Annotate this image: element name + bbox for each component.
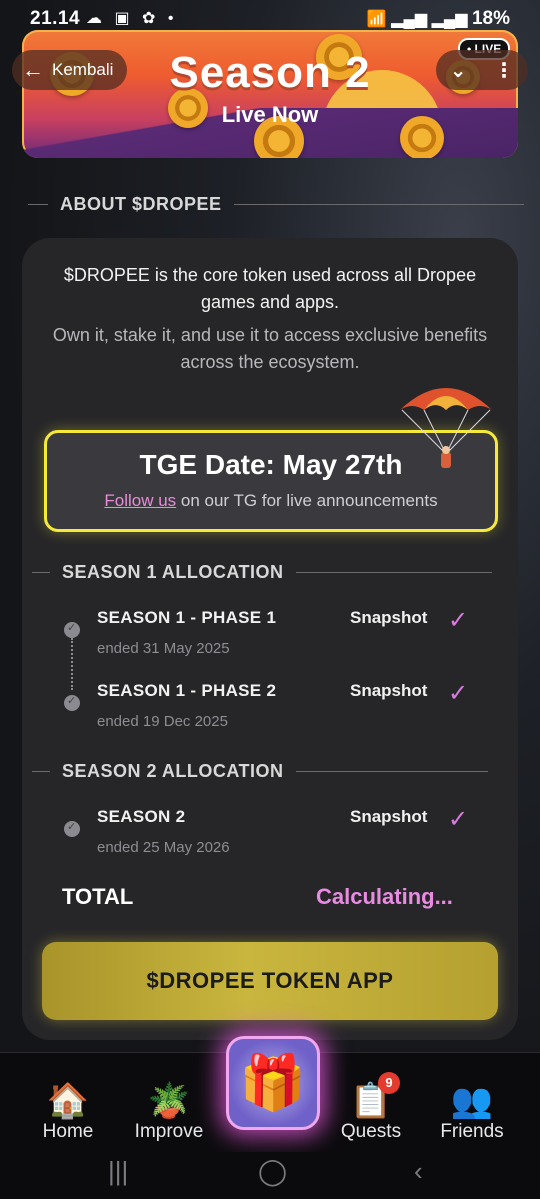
nav-label: Quests xyxy=(340,1121,402,1142)
allocation-row: SEASON 1 - PHASE 1 ended 31 May 2025 Sna… xyxy=(60,607,480,668)
friends-icon: 👥 xyxy=(450,1082,494,1120)
allocation-status: Snapshot xyxy=(350,807,428,826)
allocation-status: Snapshot xyxy=(350,681,428,700)
system-nav: ||| ◯ ‹ xyxy=(0,1152,540,1199)
about-heading-text: ABOUT $DROPEE xyxy=(60,194,222,214)
nav-home[interactable]: 🏠 Home xyxy=(18,1081,118,1143)
season2-heading: SEASON 2 ALLOCATION xyxy=(32,761,488,782)
nav-label: Improve xyxy=(134,1121,204,1142)
allocation-status: Snapshot xyxy=(350,608,428,627)
follow-rest: on our TG for live announcements xyxy=(176,491,438,510)
signal-icon: 📶 ▂▄▆ ▂▄▆ xyxy=(366,11,472,28)
chevron-down-icon[interactable]: ⌄ xyxy=(450,58,467,83)
total-label: TOTAL xyxy=(62,884,134,909)
allocation-row: SEASON 1 - PHASE 2 ended 19 Dec 2025 Sna… xyxy=(60,680,480,741)
status-right: 📶 ▂▄▆ ▂▄▆ 18% xyxy=(367,8,510,30)
nav-label: Home xyxy=(42,1121,94,1142)
header-actions: ⌄ ⋮ xyxy=(436,50,528,90)
back-button[interactable]: ← Kembali xyxy=(12,50,128,90)
check-circle-icon xyxy=(64,694,80,711)
allocation-label: SEASON 1 - PHASE 2 xyxy=(97,681,277,700)
check-circle-icon xyxy=(64,621,80,638)
total-value: Calculating... xyxy=(316,884,453,909)
checkmark-icon: ✓ xyxy=(448,607,469,634)
nav-improve[interactable]: 🪴 Improve xyxy=(119,1081,219,1143)
gift-icon[interactable]: 🎁 xyxy=(226,1036,320,1130)
allocation-label: SEASON 2 xyxy=(97,807,186,826)
intro-primary: $DROPEE is the core token used across al… xyxy=(63,265,477,312)
intro-secondary: Own it, stake it, and use it to access e… xyxy=(52,325,488,372)
allocation-date: ended 19 Dec 2025 xyxy=(97,713,228,730)
follow-us-link[interactable]: Follow us xyxy=(104,491,176,510)
checkmark-icon: ✓ xyxy=(448,680,469,707)
quests-icon: 📋 xyxy=(349,1082,393,1120)
nav-label: Friends xyxy=(440,1121,504,1142)
home-icon: 🏠 xyxy=(46,1082,90,1120)
more-vertical-icon[interactable]: ⋮ xyxy=(494,58,514,83)
arrow-left-icon: ← xyxy=(22,57,44,82)
check-circle-icon xyxy=(64,820,80,837)
back-label: Kembali xyxy=(52,60,114,79)
home-circle-icon[interactable]: ◯ xyxy=(258,1156,287,1187)
season1-heading: SEASON 1 ALLOCATION xyxy=(32,562,492,583)
season2-heading-text: SEASON 2 ALLOCATION xyxy=(62,761,284,781)
notification-icons: ☁ ▣ ✿ • xyxy=(86,10,178,27)
sprout-icon: 🪴 xyxy=(147,1082,191,1120)
nav-friends[interactable]: 👥 Friends xyxy=(422,1081,522,1143)
battery-level: 18% xyxy=(471,8,510,29)
checkmark-icon: ✓ xyxy=(448,806,469,833)
recents-icon[interactable]: ||| xyxy=(108,1156,128,1187)
status-time: 21.14 xyxy=(30,8,81,29)
nav-quests[interactable]: 📋 Quests xyxy=(321,1081,421,1143)
allocation-row: SEASON 2 ended 25 May 2026 Snapshot ✓ xyxy=(60,806,480,867)
season1-heading-text: SEASON 1 ALLOCATION xyxy=(62,562,284,582)
back-chevron-icon[interactable]: ‹ xyxy=(414,1156,423,1187)
banner-subtitle: Live Now xyxy=(221,102,319,127)
token-app-button[interactable]: $DROPEE TOKEN APP xyxy=(42,942,498,1020)
quests-badge: 9 xyxy=(378,1072,400,1094)
about-heading: ABOUT $DROPEE xyxy=(28,194,524,215)
parachute-icon xyxy=(400,388,492,468)
allocation-date: ended 25 May 2026 xyxy=(97,839,230,856)
allocation-label: SEASON 1 - PHASE 1 xyxy=(97,608,277,627)
tge-follow-text: Follow us on our TG for live announcemen… xyxy=(47,491,495,511)
allocation-date: ended 31 May 2025 xyxy=(97,640,230,657)
